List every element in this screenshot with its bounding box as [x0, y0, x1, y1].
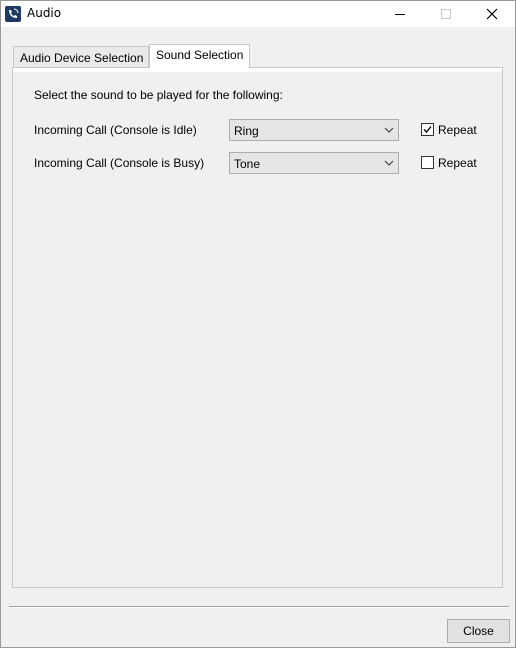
- busy-call-repeat-checkbox[interactable]: [421, 156, 434, 169]
- footer-divider: [9, 606, 509, 608]
- idle-call-sound-value: Ring: [234, 124, 259, 138]
- phone-ring-icon: [5, 6, 21, 22]
- idle-call-repeat-label: Repeat: [438, 123, 477, 137]
- busy-call-sound-select[interactable]: Tone: [229, 152, 399, 174]
- tab-audio-device-selection[interactable]: Audio Device Selection: [13, 46, 149, 68]
- busy-call-sound-value: Tone: [234, 157, 261, 171]
- idle-call-repeat-checkbox[interactable]: [421, 123, 434, 136]
- close-button[interactable]: Close: [447, 619, 510, 643]
- idle-call-label: Incoming Call (Console is Idle): [34, 123, 197, 137]
- idle-call-sound-select[interactable]: Ring: [229, 119, 399, 141]
- minimize-icon: [395, 14, 405, 15]
- close-window-button[interactable]: [469, 1, 515, 27]
- tab-sound-selection[interactable]: Sound Selection: [149, 44, 250, 68]
- busy-call-repeat-label: Repeat: [438, 156, 477, 170]
- checkmark-icon: [423, 126, 432, 133]
- close-icon: [486, 8, 498, 20]
- maximize-icon: [441, 9, 451, 19]
- chevron-down-icon: [384, 127, 394, 133]
- minimize-button[interactable]: [377, 1, 423, 27]
- chevron-down-icon: [384, 160, 394, 166]
- intro-text: Select the sound to be played for the fo…: [34, 88, 283, 102]
- busy-call-label: Incoming Call (Console is Busy): [34, 156, 205, 170]
- audio-dialog: Audio Audio Device Selection Sound Selec…: [0, 0, 516, 648]
- maximize-button[interactable]: [423, 1, 469, 27]
- sound-selection-panel: Select the sound to be played for the fo…: [12, 67, 503, 588]
- title-bar[interactable]: Audio: [1, 1, 515, 27]
- window-title: Audio: [27, 6, 62, 20]
